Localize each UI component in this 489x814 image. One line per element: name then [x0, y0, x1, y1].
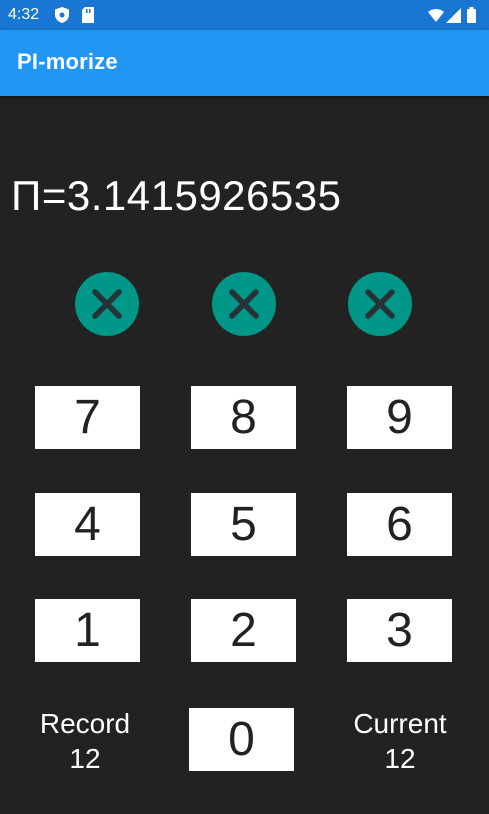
key-1-button[interactable]: 1 [35, 599, 140, 662]
close-icon [92, 289, 122, 319]
mistake-indicator-3 [348, 272, 412, 336]
key-9-button[interactable]: 9 [347, 386, 452, 449]
key-3-button[interactable]: 3 [347, 599, 452, 662]
app-bar: PI-morize [0, 30, 489, 96]
mistake-indicator-1 [75, 272, 139, 336]
pi-digits-display: Π=3.1415926535 [11, 172, 342, 219]
mistake-indicator-2 [212, 272, 276, 336]
record-value: 12 [69, 743, 101, 774]
record-label: Record [39, 708, 131, 739]
current-label: Current [353, 708, 447, 739]
current-stat: Current 12 [325, 706, 475, 776]
close-icon [229, 289, 259, 319]
signal-icon [446, 8, 461, 28]
key-8-button[interactable]: 8 [191, 386, 296, 449]
close-icon [365, 289, 395, 319]
shield-icon [55, 7, 69, 28]
app-screen: 4:32 PI-morize Π=3.1415926535 7 8 9 4 5 … [0, 0, 489, 814]
wifi-icon [428, 9, 444, 27]
record-stat: Record 12 [10, 706, 160, 776]
key-0-button[interactable]: 0 [189, 708, 294, 771]
key-7-button[interactable]: 7 [35, 386, 140, 449]
status-time: 4:32 [8, 6, 40, 23]
current-value: 12 [384, 743, 416, 774]
key-2-button[interactable]: 2 [191, 599, 296, 662]
sd-card-icon [82, 7, 94, 28]
app-title: PI-morize [17, 49, 118, 74]
status-bar: 4:32 [0, 0, 489, 30]
key-5-button[interactable]: 5 [191, 493, 296, 556]
key-4-button[interactable]: 4 [35, 493, 140, 556]
battery-icon [467, 7, 476, 28]
key-6-button[interactable]: 6 [347, 493, 452, 556]
